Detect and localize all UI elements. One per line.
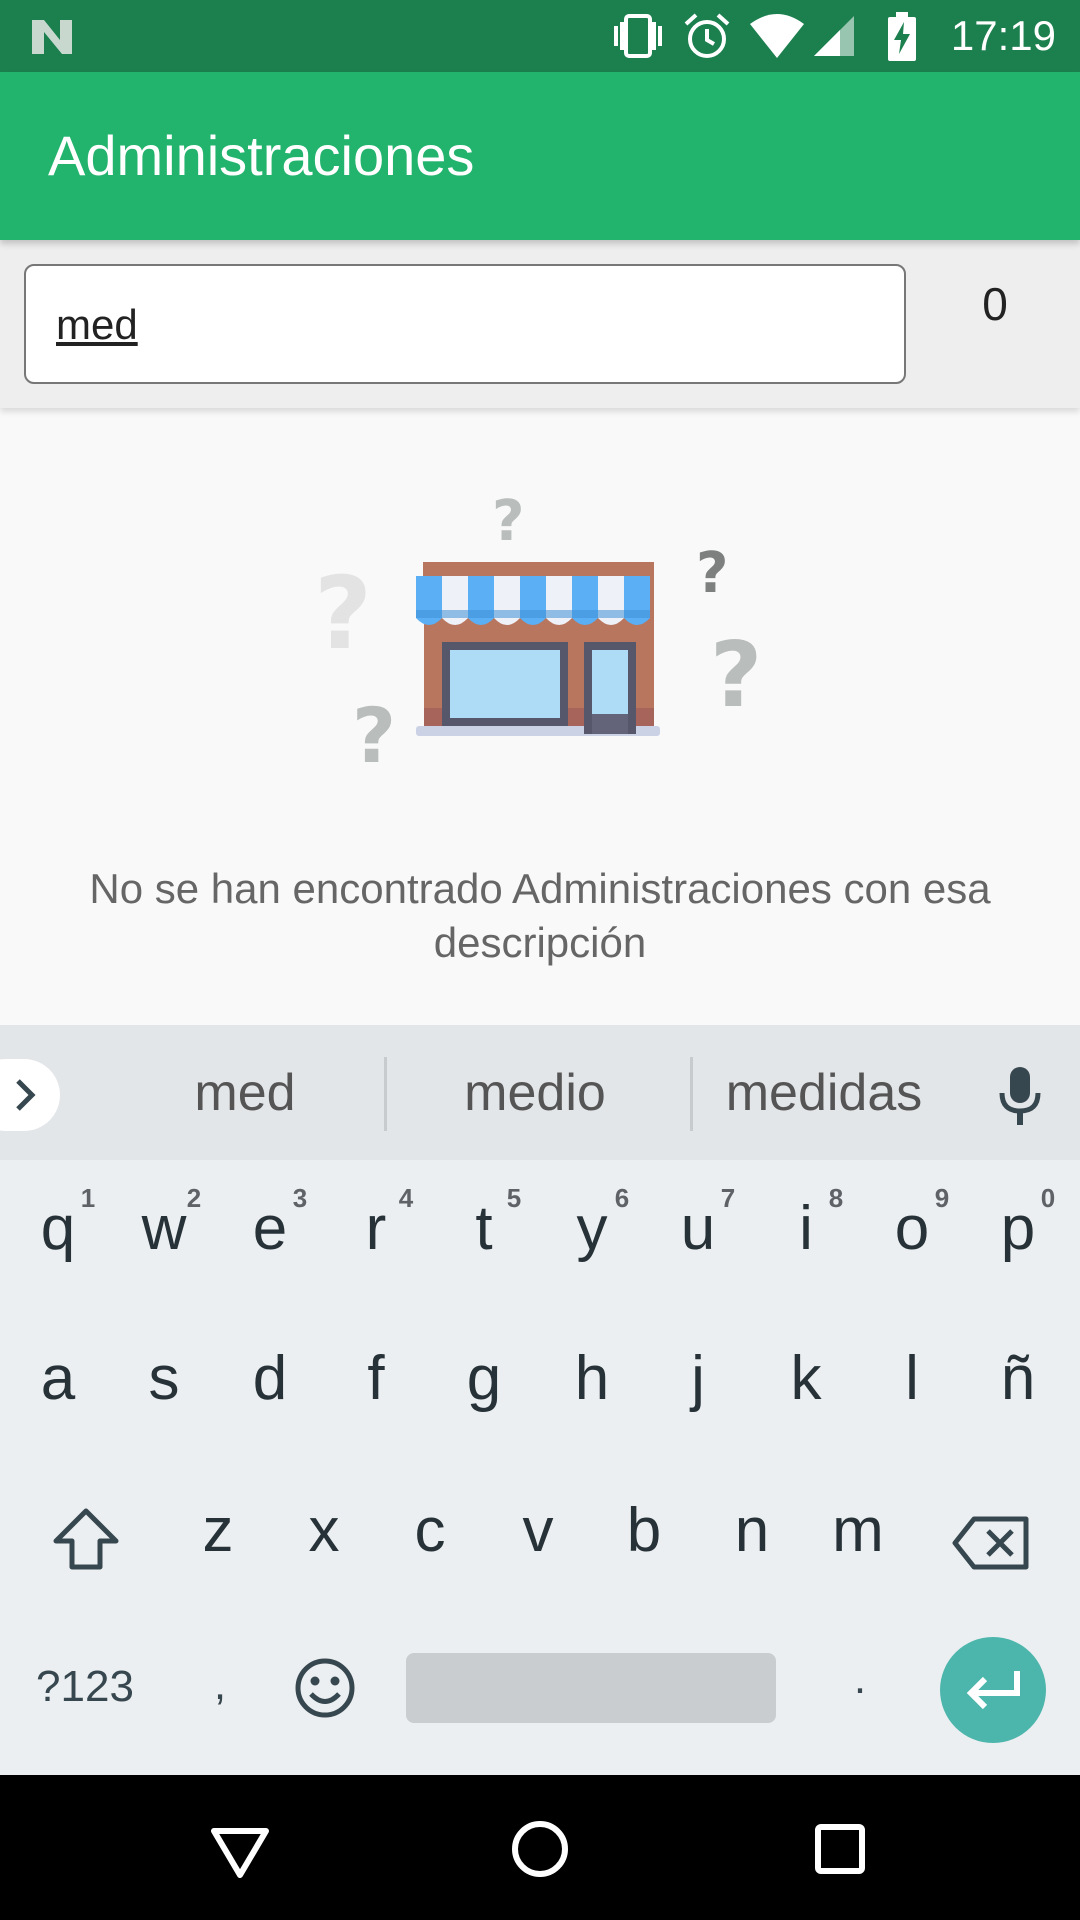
search-area: med 0 xyxy=(0,240,1080,408)
mic-icon[interactable] xyxy=(996,1065,1044,1127)
suggestion-2[interactable]: medio xyxy=(420,1063,650,1123)
key-x[interactable]: x xyxy=(274,1495,374,1567)
key-hint: 8 xyxy=(828,1183,844,1213)
key-v[interactable]: v xyxy=(488,1495,588,1567)
key-z[interactable]: z xyxy=(168,1495,268,1567)
alarm-icon xyxy=(684,13,730,58)
key-d[interactable]: d xyxy=(220,1343,320,1415)
status-bar: 17:19 xyxy=(0,0,1080,72)
question-mark-icon: ? xyxy=(352,691,396,780)
space-key[interactable] xyxy=(406,1653,776,1723)
key-hint: 5 xyxy=(506,1183,522,1213)
empty-state-message: No se han encontrado Administraciones co… xyxy=(89,865,991,966)
expand-toolbar-button[interactable] xyxy=(0,1059,60,1131)
key-ñ[interactable]: ñ xyxy=(968,1343,1068,1415)
key-c[interactable]: c xyxy=(380,1495,480,1567)
key-m[interactable]: m xyxy=(808,1495,908,1567)
key-h[interactable]: h xyxy=(542,1343,642,1415)
store-icon: ? ? ? ? ? xyxy=(314,489,762,780)
key-hint: 3 xyxy=(292,1183,308,1213)
enter-icon xyxy=(966,1671,1020,1710)
suggestion-divider xyxy=(690,1057,693,1131)
question-mark-icon: ? xyxy=(492,489,524,554)
key-hint: 2 xyxy=(186,1183,202,1213)
signal-icon xyxy=(814,16,854,56)
navigation-bar xyxy=(0,1775,1080,1920)
key-hint: 7 xyxy=(720,1183,736,1213)
key-hint: 0 xyxy=(1040,1183,1056,1213)
question-mark-icon: ? xyxy=(314,555,372,672)
key-l[interactable]: l xyxy=(862,1343,962,1415)
suggestion-divider xyxy=(384,1057,387,1131)
search-input[interactable]: med xyxy=(24,264,906,384)
key-hint: 4 xyxy=(398,1183,414,1213)
result-count: 0 xyxy=(982,278,1008,330)
page-title: Administraciones xyxy=(48,124,475,187)
key-k[interactable]: k xyxy=(756,1343,856,1415)
key-f[interactable]: f xyxy=(326,1343,426,1415)
question-mark-icon: ? xyxy=(696,541,728,606)
vibrate-icon xyxy=(614,14,662,58)
chevron-right-icon xyxy=(16,1079,36,1111)
suggestion-3[interactable]: medidas xyxy=(714,1063,934,1123)
comma-key[interactable]: , xyxy=(190,1659,250,1711)
search-input-value[interactable]: med xyxy=(56,300,138,350)
question-mark-icon: ? xyxy=(710,623,762,728)
suggestion-bar: med medio medidas xyxy=(0,1025,1080,1160)
n-logo-icon xyxy=(32,20,72,54)
backspace-icon[interactable] xyxy=(952,1515,1030,1571)
key-hint: 9 xyxy=(934,1183,950,1213)
key-n[interactable]: n xyxy=(702,1495,802,1567)
battery-charging-icon xyxy=(888,12,916,61)
back-icon[interactable] xyxy=(210,1827,270,1879)
keyboard: med medio medidas ?123 , . qwertyuiop1 2… xyxy=(0,1025,1080,1775)
home-icon[interactable] xyxy=(510,1819,570,1879)
period-key[interactable]: . xyxy=(830,1653,890,1705)
key-j[interactable]: j xyxy=(648,1343,748,1415)
key-a[interactable]: a xyxy=(8,1343,108,1415)
key-hint: 1 xyxy=(80,1183,96,1213)
status-time: 17:19 xyxy=(950,12,1056,59)
shift-icon[interactable] xyxy=(52,1507,120,1571)
key-hint: 6 xyxy=(614,1183,630,1213)
app-bar: Administraciones xyxy=(0,72,1080,240)
key-g[interactable]: g xyxy=(434,1343,534,1415)
suggestion-1[interactable]: med xyxy=(150,1063,340,1123)
symbols-key[interactable]: ?123 xyxy=(30,1661,140,1713)
key-b[interactable]: b xyxy=(594,1495,694,1567)
enter-button[interactable] xyxy=(940,1637,1046,1743)
key-s[interactable]: s xyxy=(114,1343,214,1415)
wifi-icon xyxy=(750,14,804,58)
recents-icon[interactable] xyxy=(814,1823,866,1875)
emoji-icon[interactable] xyxy=(294,1657,356,1719)
